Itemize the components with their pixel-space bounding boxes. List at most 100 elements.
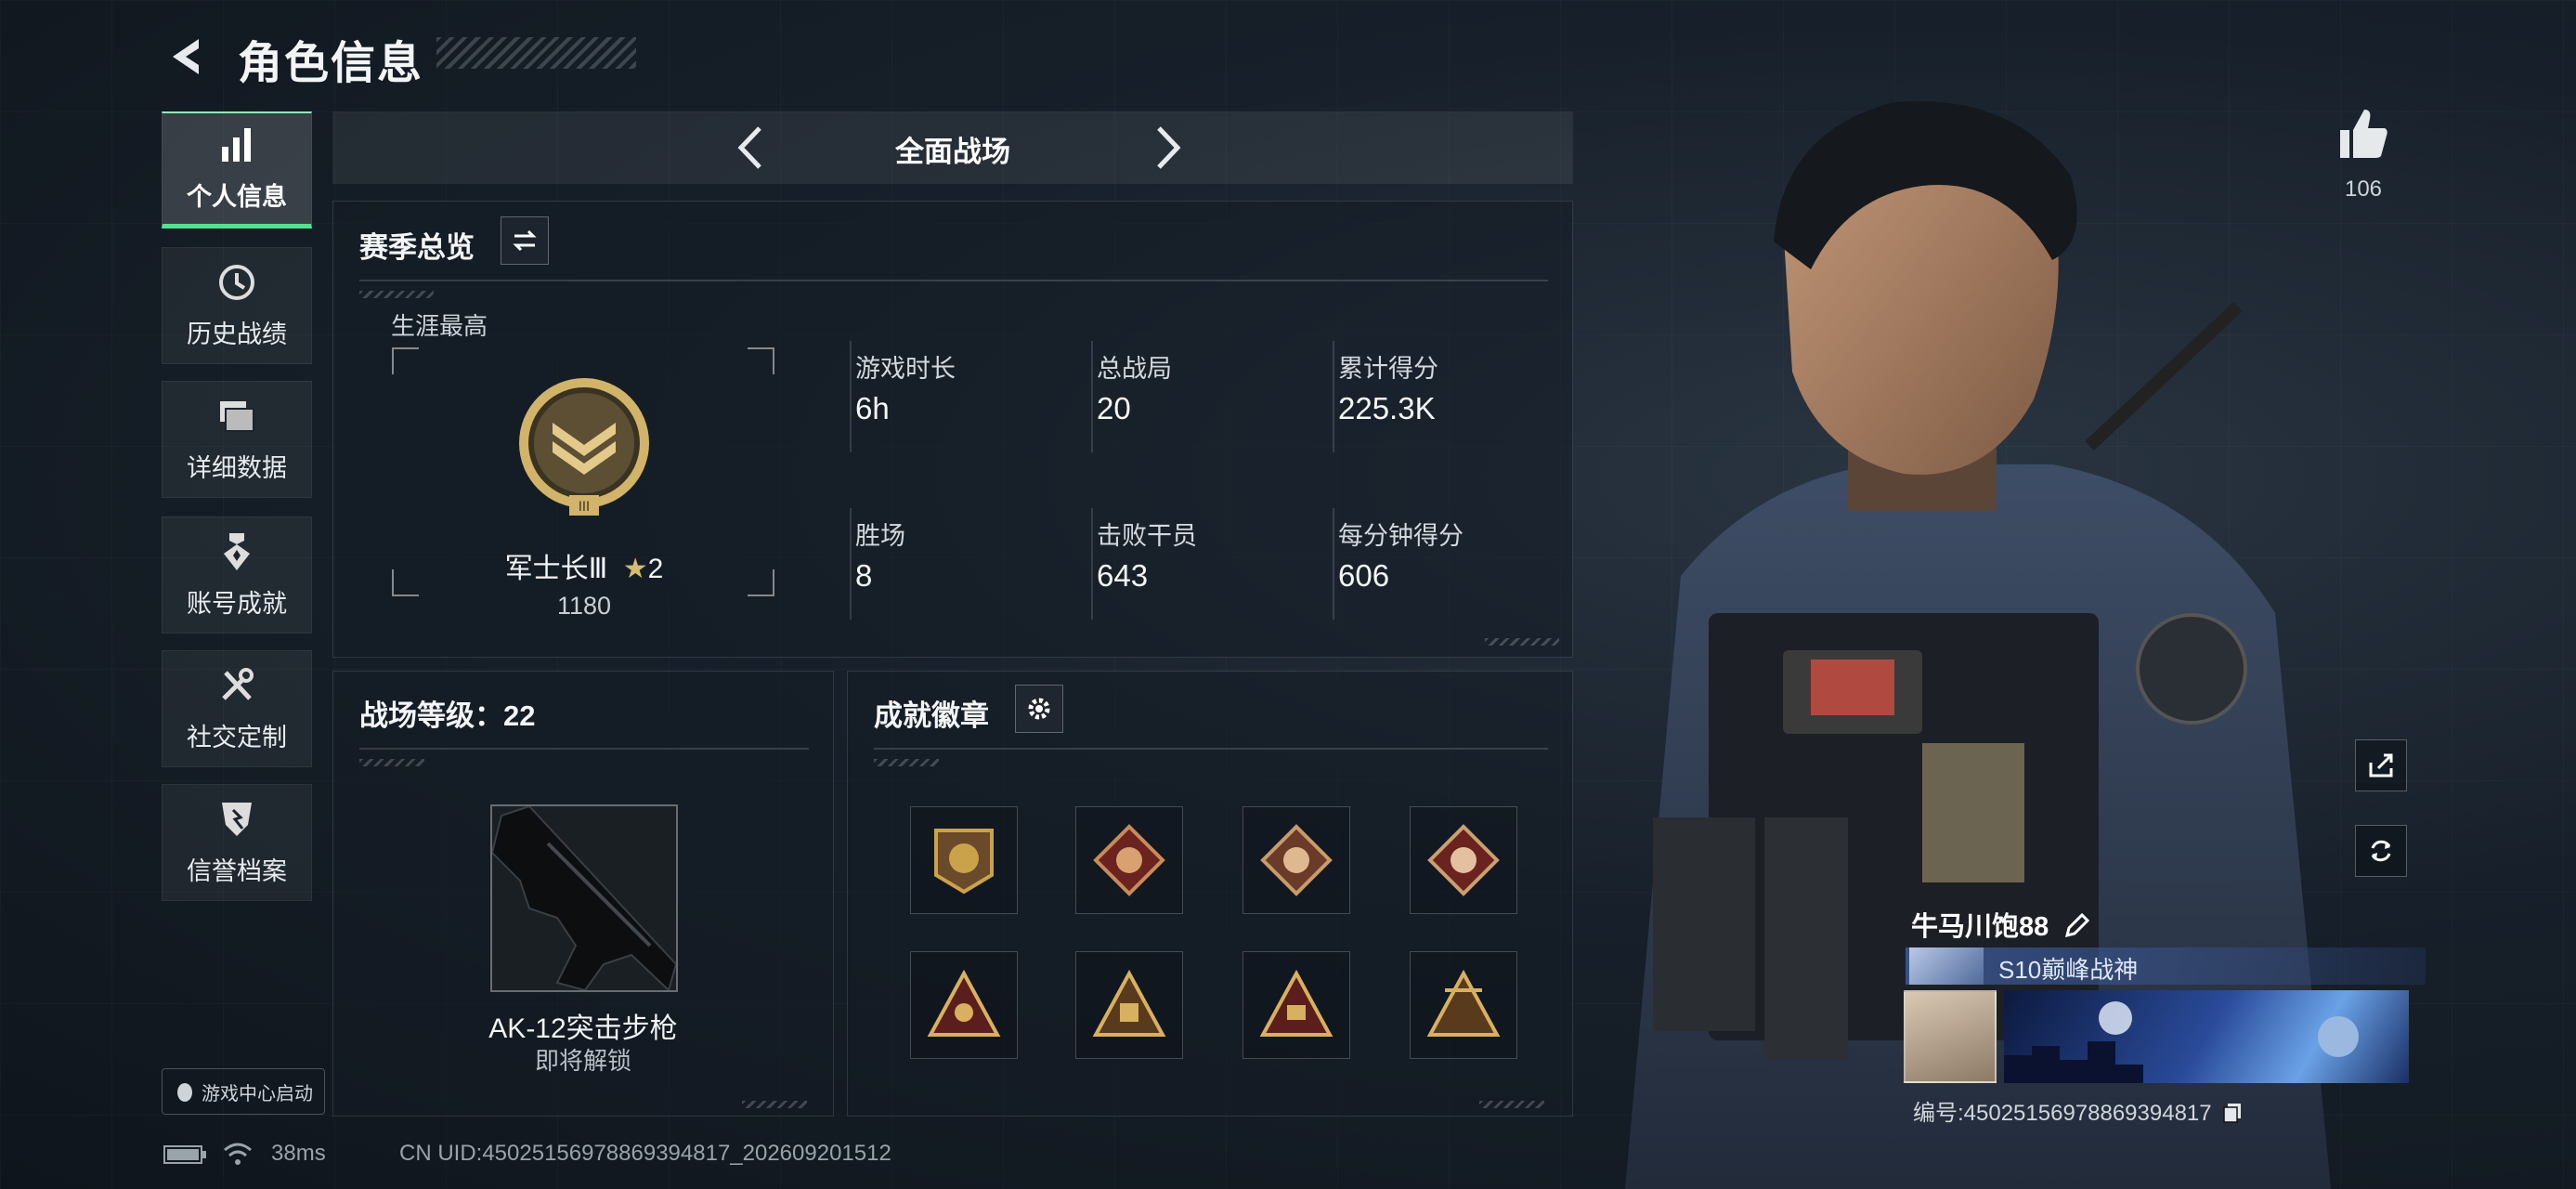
game-center-launch-button[interactable]: 游戏中心启动 xyxy=(162,1068,325,1115)
stat-value: 606 xyxy=(1338,558,1390,593)
stat-divider xyxy=(850,508,852,620)
rank-name: 军士长Ⅲ xyxy=(504,554,608,584)
stat-label: 总战局 xyxy=(1097,355,1172,383)
achievement-badge[interactable] xyxy=(1075,951,1183,1059)
sidebar-item-label: 详细数据 xyxy=(187,453,287,482)
sidebar-item-achievements[interactable]: 账号成就 xyxy=(162,516,312,634)
triangle-badge-icon xyxy=(1259,969,1334,1037)
stripe-decoration xyxy=(874,759,939,766)
stat-divider xyxy=(1091,341,1093,452)
gear-icon xyxy=(1028,698,1050,720)
achievement-badge[interactable] xyxy=(1410,806,1517,914)
rank-line: 军士长Ⅲ ★2 xyxy=(333,545,835,586)
swap-icon xyxy=(513,229,537,252)
weapon-status: 即将解锁 xyxy=(534,1047,631,1075)
player-id: 编号:4502515697886939481​7 xyxy=(1913,1094,2244,1127)
wolf-badge-icon xyxy=(1427,824,1500,896)
weapon-name: AK-12突击步枪 xyxy=(488,1013,678,1044)
stripe-decoration xyxy=(742,1101,807,1108)
stat-value: 6h xyxy=(855,391,890,425)
achievements-settings-button[interactable] xyxy=(1015,685,1063,733)
edit-pencil-icon[interactable] xyxy=(2063,912,2090,939)
medal-icon xyxy=(224,532,250,570)
achievement-badge[interactable] xyxy=(1242,951,1350,1059)
banner-art xyxy=(2004,1001,2359,1083)
title-emblem xyxy=(1909,947,1984,985)
rank-emblem-icon: III xyxy=(519,378,649,516)
career-best-label: 生涯最高 xyxy=(391,312,488,340)
sidebar-item-label: 信誉档案 xyxy=(187,856,287,885)
refresh-button[interactable] xyxy=(2355,825,2407,877)
divider xyxy=(359,748,809,750)
triangle-badge-icon xyxy=(1092,969,1166,1037)
triangle-badge-icon xyxy=(1426,969,1501,1037)
triangle-badge-icon xyxy=(927,969,1001,1037)
dragon-badge-icon xyxy=(1093,824,1165,896)
stat-value: 20 xyxy=(1097,391,1131,425)
sidebar-item-label: 社交定制 xyxy=(187,723,287,751)
season-overview-title: 赛季总览 xyxy=(359,231,475,264)
copy-icon[interactable] xyxy=(2221,1102,2244,1124)
avatar[interactable] xyxy=(1904,990,1997,1083)
battle-level-title: 战场等级：22 xyxy=(359,699,536,732)
wifi-icon xyxy=(224,1143,252,1165)
penguin-icon xyxy=(177,1083,192,1102)
stat-value: 8 xyxy=(855,558,873,593)
title-decoration xyxy=(436,37,636,69)
stat-value: 643 xyxy=(1097,558,1149,593)
player-name: 牛马川饱88 xyxy=(1911,905,2090,944)
mode-label: 全面战场 xyxy=(895,136,1010,168)
sidebar-item-history[interactable]: 历史战绩 xyxy=(162,247,312,364)
like-count: 106 xyxy=(2344,176,2383,202)
stripe-decoration xyxy=(1479,1101,1544,1108)
divider xyxy=(359,280,1548,281)
sidebar-item-label: 个人信息 xyxy=(187,183,287,211)
svg-text:III: III xyxy=(579,500,590,515)
stat-label: 累计得分 xyxy=(1338,355,1438,383)
stat-divider xyxy=(1091,508,1093,620)
stripe-decoration xyxy=(1485,638,1559,646)
achievement-badge[interactable] xyxy=(1242,806,1350,914)
back-arrow-icon[interactable] xyxy=(163,33,210,80)
stripe-decoration xyxy=(359,291,434,298)
sidebar-item-detailed-data[interactable]: 详细数据 xyxy=(162,381,312,498)
weapon-unlock-card[interactable] xyxy=(490,804,678,992)
player-name-text: 牛马川饱88 xyxy=(1911,912,2049,942)
stat-value: 225.3K xyxy=(1338,391,1436,425)
sidebar-item-credit-record[interactable]: 信誉档案 xyxy=(162,784,312,901)
player-id-text: 编号:4502515697886939481​7 xyxy=(1913,1101,2212,1126)
chevron-right-icon[interactable] xyxy=(1140,123,1190,173)
rifle-icon xyxy=(490,804,678,992)
shield-icon xyxy=(222,802,252,836)
stat-divider xyxy=(850,341,852,452)
player-banner xyxy=(2004,990,2409,1083)
tools-icon xyxy=(222,667,254,700)
footer-uid: CN UID:4502515697886939481​7_20260920151… xyxy=(399,1141,891,1166)
achievement-badge[interactable] xyxy=(1410,951,1517,1059)
sidebar-item-label: 账号成就 xyxy=(187,589,287,618)
achievement-badge[interactable] xyxy=(1075,806,1183,914)
thumbs-up-icon[interactable] xyxy=(2335,106,2390,162)
ping-value: 38ms xyxy=(271,1141,326,1166)
horse-badge-icon xyxy=(1260,824,1333,896)
share-button[interactable] xyxy=(2355,739,2407,791)
game-center-label: 游戏中心启动 xyxy=(202,1083,313,1104)
sidebar-item-label: 历史战绩 xyxy=(187,320,287,348)
stat-label: 胜场 xyxy=(855,522,905,550)
rank-score: 1180 xyxy=(556,592,612,620)
stat-label: 击败干员 xyxy=(1097,522,1197,550)
share-icon xyxy=(2369,753,2393,777)
stat-divider xyxy=(1333,341,1334,452)
rank-stars: 2 xyxy=(647,554,664,584)
stat-label: 游戏时长 xyxy=(855,355,956,383)
achievement-badge[interactable] xyxy=(910,806,1018,914)
bar-chart-icon xyxy=(222,128,251,162)
battery-icon xyxy=(163,1145,206,1164)
refresh-icon xyxy=(2371,840,2391,862)
sidebar-item-personal-info[interactable]: 个人信息 xyxy=(162,111,312,229)
achievement-badge[interactable] xyxy=(910,951,1018,1059)
page-title: 角色信息 xyxy=(238,39,424,88)
sidebar-item-social-custom[interactable]: 社交定制 xyxy=(162,650,312,767)
swap-button[interactable] xyxy=(501,216,549,265)
star-icon: ★ xyxy=(622,554,648,584)
